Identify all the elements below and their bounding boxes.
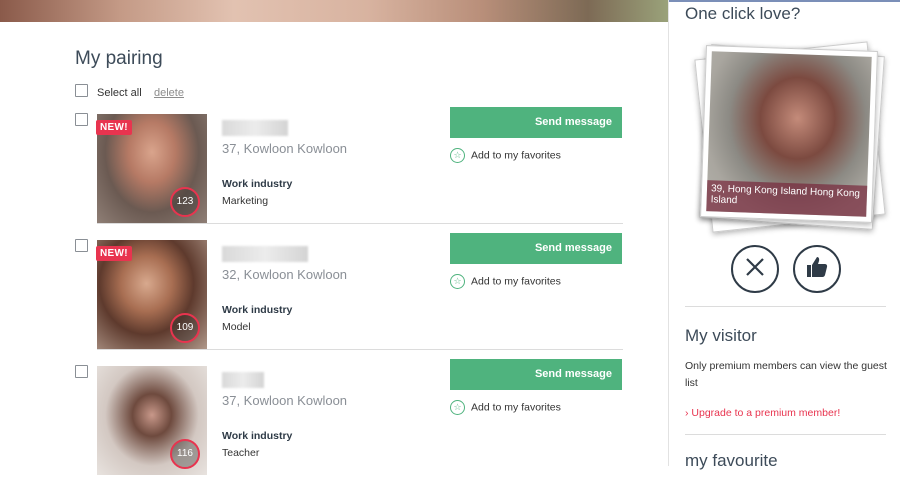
upgrade-link[interactable]: › Upgrade to a premium member! <box>685 407 840 419</box>
match-card: 109 NEW! 32, Kowloon Kowloon Work indust… <box>75 233 623 365</box>
chevron-right-icon: › <box>685 407 689 419</box>
close-icon <box>744 256 766 283</box>
one-click-love-title: One click love? <box>685 4 801 23</box>
match-score: 123 <box>170 187 200 217</box>
add-favorite-link[interactable]: ☆ Add to my favorites <box>450 400 561 415</box>
upgrade-link-label: Upgrade to a premium member! <box>691 407 841 419</box>
sidebar: One click love? 39, Hong Kong Island Hon… <box>668 0 900 470</box>
add-favorite-link[interactable]: ☆ Add to my favorites <box>450 274 561 289</box>
industry-label: Work industry <box>222 304 293 316</box>
my-favourite-title: my favourite <box>685 451 778 470</box>
like-button[interactable] <box>793 245 841 293</box>
send-message-button[interactable]: Send message <box>450 107 622 138</box>
add-favorite-label: Add to my favorites <box>471 401 561 414</box>
name-blurred <box>222 120 288 136</box>
match-score: 109 <box>170 313 200 343</box>
industry-label: Work industry <box>222 430 293 442</box>
main-content: My pairing Select all delete 123 NEW! 37… <box>0 22 668 475</box>
industry-value: Marketing <box>222 195 269 207</box>
card-checkbox[interactable] <box>75 113 88 126</box>
age-location: 37, Kowloon Kowloon <box>222 393 348 408</box>
match-score: 116 <box>170 439 200 469</box>
name-blurred <box>222 246 308 262</box>
star-icon: ☆ <box>450 148 465 163</box>
card-checkbox[interactable] <box>75 365 88 378</box>
profile-photo[interactable]: 116 <box>97 366 207 475</box>
match-card: 116 37, Kowloon Kowloon Work industry Te… <box>75 359 623 491</box>
age-location: 37, Kowloon Kowloon <box>222 141 348 156</box>
send-message-button[interactable]: Send message <box>450 359 622 390</box>
select-all-label[interactable]: Select all <box>97 87 142 99</box>
industry-value: Model <box>222 321 251 333</box>
industry-label: Work industry <box>222 178 293 190</box>
page-title: My pairing <box>75 48 163 69</box>
thumbs-up-icon <box>805 255 829 284</box>
select-all-checkbox[interactable] <box>75 84 88 97</box>
add-favorite-link[interactable]: ☆ Add to my favorites <box>450 148 561 163</box>
top-banner-image <box>0 0 668 22</box>
star-icon: ☆ <box>450 400 465 415</box>
profile-caption: 39, Hong Kong Island Hong Kong Island <box>706 180 868 217</box>
my-visitor-title: My visitor <box>685 326 757 345</box>
industry-value: Teacher <box>222 447 260 459</box>
card-divider <box>97 223 623 224</box>
card-checkbox[interactable] <box>75 239 88 252</box>
section-divider <box>685 306 886 307</box>
add-favorite-label: Add to my favorites <box>471 275 561 288</box>
star-icon: ☆ <box>450 274 465 289</box>
stack-card-front[interactable]: 39, Hong Kong Island Hong Kong Island <box>700 45 878 223</box>
send-message-button[interactable]: Send message <box>450 233 622 264</box>
delete-link[interactable]: delete <box>154 87 184 99</box>
card-divider <box>97 349 623 350</box>
reject-button[interactable] <box>731 245 779 293</box>
profile-card-stack[interactable]: 39, Hong Kong Island Hong Kong Island <box>691 41 887 234</box>
section-divider <box>685 434 886 435</box>
name-blurred <box>222 372 264 388</box>
new-badge: NEW! <box>96 120 132 135</box>
sidebar-top-border <box>669 0 900 2</box>
match-card: 123 NEW! 37, Kowloon Kowloon Work indust… <box>75 107 623 239</box>
new-badge: NEW! <box>96 246 132 261</box>
add-favorite-label: Add to my favorites <box>471 149 561 162</box>
age-location: 32, Kowloon Kowloon <box>222 267 348 282</box>
visitor-note: Only premium members can view the guest … <box>685 360 887 389</box>
